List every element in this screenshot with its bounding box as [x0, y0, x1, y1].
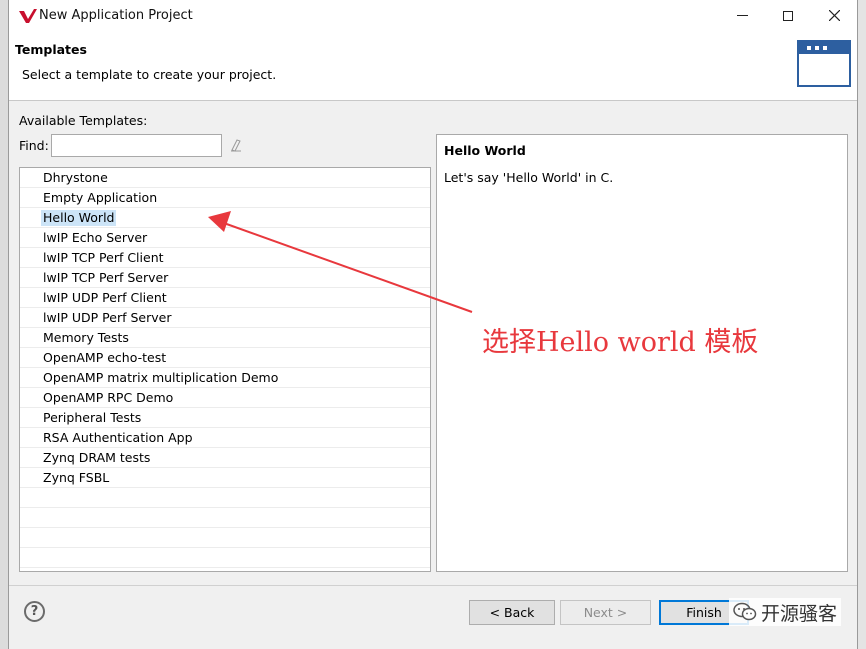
annotation-text: 选择Hello world 模板 — [482, 327, 759, 358]
watermark-text: 开源骚客 — [761, 602, 838, 625]
background-window-edge-right — [858, 0, 866, 649]
watermark: 开源骚客 — [729, 598, 842, 626]
help-button[interactable]: ? — [24, 601, 45, 622]
wechat-icon — [733, 602, 757, 621]
next-button[interactable]: Next > — [560, 600, 651, 625]
background-window-edge — [0, 0, 8, 649]
new-application-project-dialog: New Application Project Templates Select… — [8, 0, 858, 649]
back-button[interactable]: < Back — [469, 600, 555, 625]
footer-separator — [9, 585, 857, 586]
